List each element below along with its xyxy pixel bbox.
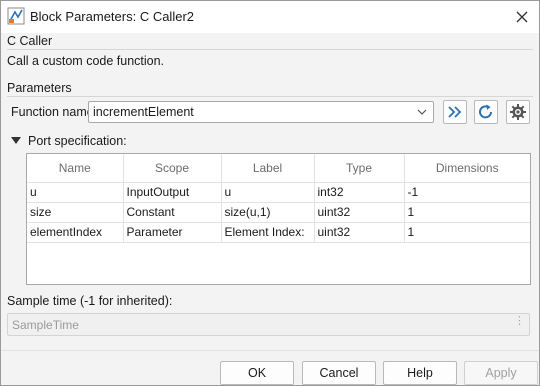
- function-name-label: Function name:: [11, 105, 98, 119]
- settings-button[interactable]: [506, 100, 530, 124]
- chevron-down-icon[interactable]: [417, 106, 427, 118]
- table-cell-label[interactable]: Element Index:: [221, 222, 315, 243]
- block-parameters-dialog: Block Parameters: C Caller2 C Caller Cal…: [0, 0, 540, 386]
- window-title: Block Parameters: C Caller2: [30, 9, 194, 24]
- table-cell-label[interactable]: u: [221, 182, 315, 203]
- go-to-function-button[interactable]: [443, 100, 467, 124]
- function-name-value: incrementElement: [93, 105, 194, 119]
- table-header-row: Name Scope Label Type Dimensions: [27, 154, 530, 183]
- table-cell-type[interactable]: int32: [314, 182, 405, 203]
- column-header-label[interactable]: Label: [221, 154, 315, 183]
- parameters-divider: [7, 96, 533, 97]
- table-row[interactable]: u InputOutput u int32 -1: [27, 182, 530, 203]
- simulink-block-icon: [7, 7, 25, 25]
- triangle-down-icon: [11, 137, 21, 144]
- table-cell-name[interactable]: u: [27, 182, 124, 203]
- title-bar[interactable]: Block Parameters: C Caller2: [1, 1, 539, 33]
- table-row[interactable]: elementIndex Parameter Element Index: ui…: [27, 222, 530, 243]
- column-header-name[interactable]: Name: [27, 154, 124, 183]
- table-cell-dimensions[interactable]: -1: [404, 182, 530, 203]
- function-name-combobox[interactable]: incrementElement: [88, 101, 434, 123]
- gear-icon: [510, 104, 526, 120]
- double-chevron-right-icon: [448, 106, 462, 118]
- table-cell-type[interactable]: uint32: [314, 222, 405, 243]
- table-cell-type[interactable]: uint32: [314, 202, 405, 223]
- column-header-dimensions[interactable]: Dimensions: [404, 154, 530, 183]
- table-cell-name[interactable]: elementIndex: [27, 222, 124, 243]
- port-specification-toggle[interactable]: Port specification:: [11, 134, 127, 148]
- table-cell-scope[interactable]: InputOutput: [123, 182, 222, 203]
- block-name-header: C Caller: [7, 34, 53, 48]
- table-cell-dimensions[interactable]: 1: [404, 202, 530, 223]
- table-row[interactable]: size Constant size(u,1) uint32 1: [27, 202, 530, 223]
- sample-time-field[interactable]: SampleTime ⋮: [7, 313, 530, 336]
- more-options-icon[interactable]: ⋮: [514, 316, 525, 327]
- close-icon: [516, 11, 528, 23]
- column-header-scope[interactable]: Scope: [123, 154, 222, 183]
- table-cell-dimensions[interactable]: 1: [404, 222, 530, 243]
- port-specification-table[interactable]: Name Scope Label Type Dimensions u Input…: [26, 153, 531, 285]
- ok-button[interactable]: OK: [220, 361, 294, 385]
- parameters-section-header: Parameters: [7, 81, 72, 95]
- table-cell-scope[interactable]: Constant: [123, 202, 222, 223]
- table-cell-scope[interactable]: Parameter: [123, 222, 222, 243]
- help-button[interactable]: Help: [383, 361, 457, 385]
- sample-time-value: SampleTime: [12, 318, 79, 332]
- apply-button[interactable]: Apply: [464, 361, 538, 385]
- cancel-button[interactable]: Cancel: [302, 361, 376, 385]
- sample-time-label: Sample time (-1 for inherited):: [7, 294, 173, 308]
- table-cell-label[interactable]: size(u,1): [221, 202, 315, 223]
- button-bar-divider: [1, 350, 539, 351]
- block-header-divider: [7, 49, 533, 50]
- port-specification-label: Port specification:: [28, 134, 127, 148]
- block-description: Call a custom code function.: [7, 54, 165, 68]
- refresh-icon: [479, 104, 492, 119]
- table-cell-name[interactable]: size: [27, 202, 124, 223]
- column-header-type[interactable]: Type: [314, 154, 405, 183]
- refresh-button[interactable]: [474, 100, 498, 124]
- close-button[interactable]: [505, 3, 539, 31]
